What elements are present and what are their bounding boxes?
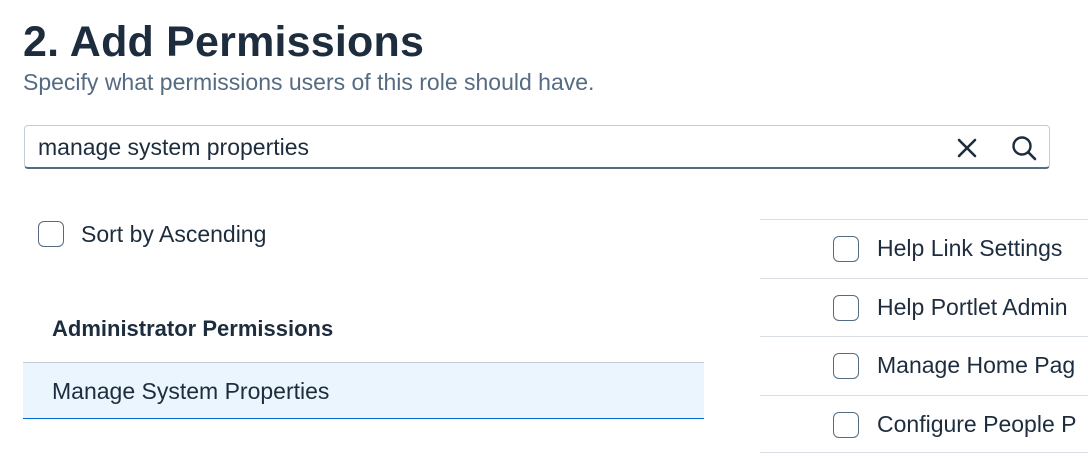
search-field[interactable]: manage system properties — [24, 125, 1050, 169]
permission-checkbox[interactable] — [833, 236, 859, 262]
permission-row[interactable]: Manage Home Pag — [760, 336, 1088, 395]
sort-ascending-label: Sort by Ascending — [81, 221, 267, 247]
add-permissions-page: 2. Add Permissions Specify what permissi… — [0, 0, 1088, 460]
permission-label: Help Portlet Admin — [877, 293, 1068, 320]
permission-checkbox[interactable] — [833, 353, 859, 379]
category-item-label: Manage System Properties — [52, 378, 330, 404]
close-icon[interactable] — [953, 134, 981, 162]
permission-row[interactable]: Configure People P — [760, 394, 1088, 453]
permission-checkbox[interactable] — [833, 294, 859, 321]
page-title: 2. Add Permissions — [23, 18, 425, 66]
permission-row[interactable]: Help Portlet Admin — [760, 277, 1088, 337]
search-input[interactable]: manage system properties — [38, 134, 309, 160]
sort-ascending-checkbox[interactable] — [38, 221, 64, 247]
permission-list: Help Link Settings Help Portlet Admin Ma… — [760, 219, 1088, 453]
page-subtitle: Specify what permissions users of this r… — [23, 69, 595, 95]
search-icon[interactable] — [1010, 134, 1038, 162]
permission-label: Help Link Settings — [877, 235, 1063, 261]
permission-label: Manage Home Pag — [877, 352, 1076, 378]
permission-label: Configure People P — [877, 410, 1077, 437]
permission-checkbox[interactable] — [833, 411, 859, 438]
permission-row[interactable]: Help Link Settings — [760, 219, 1088, 278]
category-group-header: Administrator Permissions — [52, 316, 334, 341]
category-item-selected[interactable]: Manage System Properties — [23, 363, 704, 419]
